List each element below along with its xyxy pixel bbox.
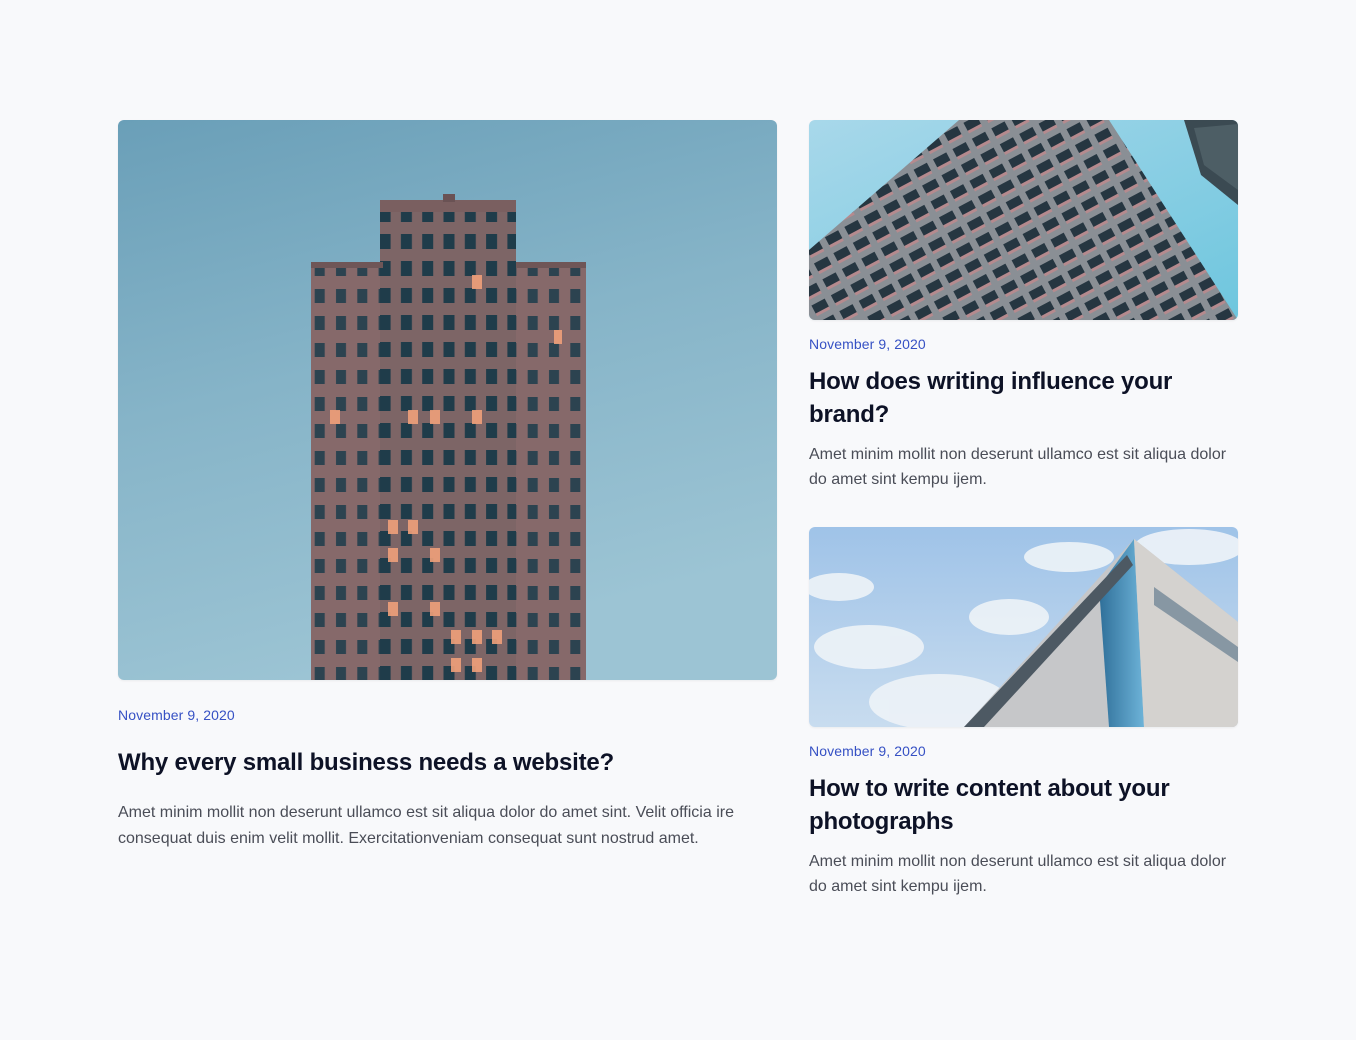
tower-building-photo-icon: [118, 120, 777, 680]
post-date: November 9, 2020: [118, 707, 235, 723]
post-image-link[interactable]: [809, 527, 1238, 727]
post-card: November 9, 2020 How to write content ab…: [809, 527, 1238, 899]
post-card: November 9, 2020 How does writing influe…: [809, 120, 1238, 492]
glass-building-corner-photo-icon: [809, 527, 1238, 727]
skyscraper-facade-photo-icon: [809, 120, 1238, 320]
post-excerpt: Amet minim mollit non deserunt ullamco e…: [809, 853, 1227, 895]
post-list: November 9, 2020 How does writing influe…: [809, 120, 1238, 899]
featured-post-image-link[interactable]: [118, 120, 777, 680]
post-date: November 9, 2020: [809, 743, 926, 759]
post-title[interactable]: Why every small business needs a website…: [118, 748, 777, 778]
featured-post: November 9, 2020 Why every small busines…: [118, 120, 777, 852]
post-excerpt: Amet minim mollit non deserunt ullamco e…: [809, 446, 1227, 488]
post-title[interactable]: How to write content about your photogra…: [809, 772, 1238, 838]
post-excerpt: Amet minim mollit non deserunt ullamco e…: [118, 804, 734, 847]
post-image-link[interactable]: [809, 120, 1238, 320]
post-date: November 9, 2020: [809, 336, 926, 352]
post-title[interactable]: How does writing influence your brand?: [809, 365, 1238, 431]
